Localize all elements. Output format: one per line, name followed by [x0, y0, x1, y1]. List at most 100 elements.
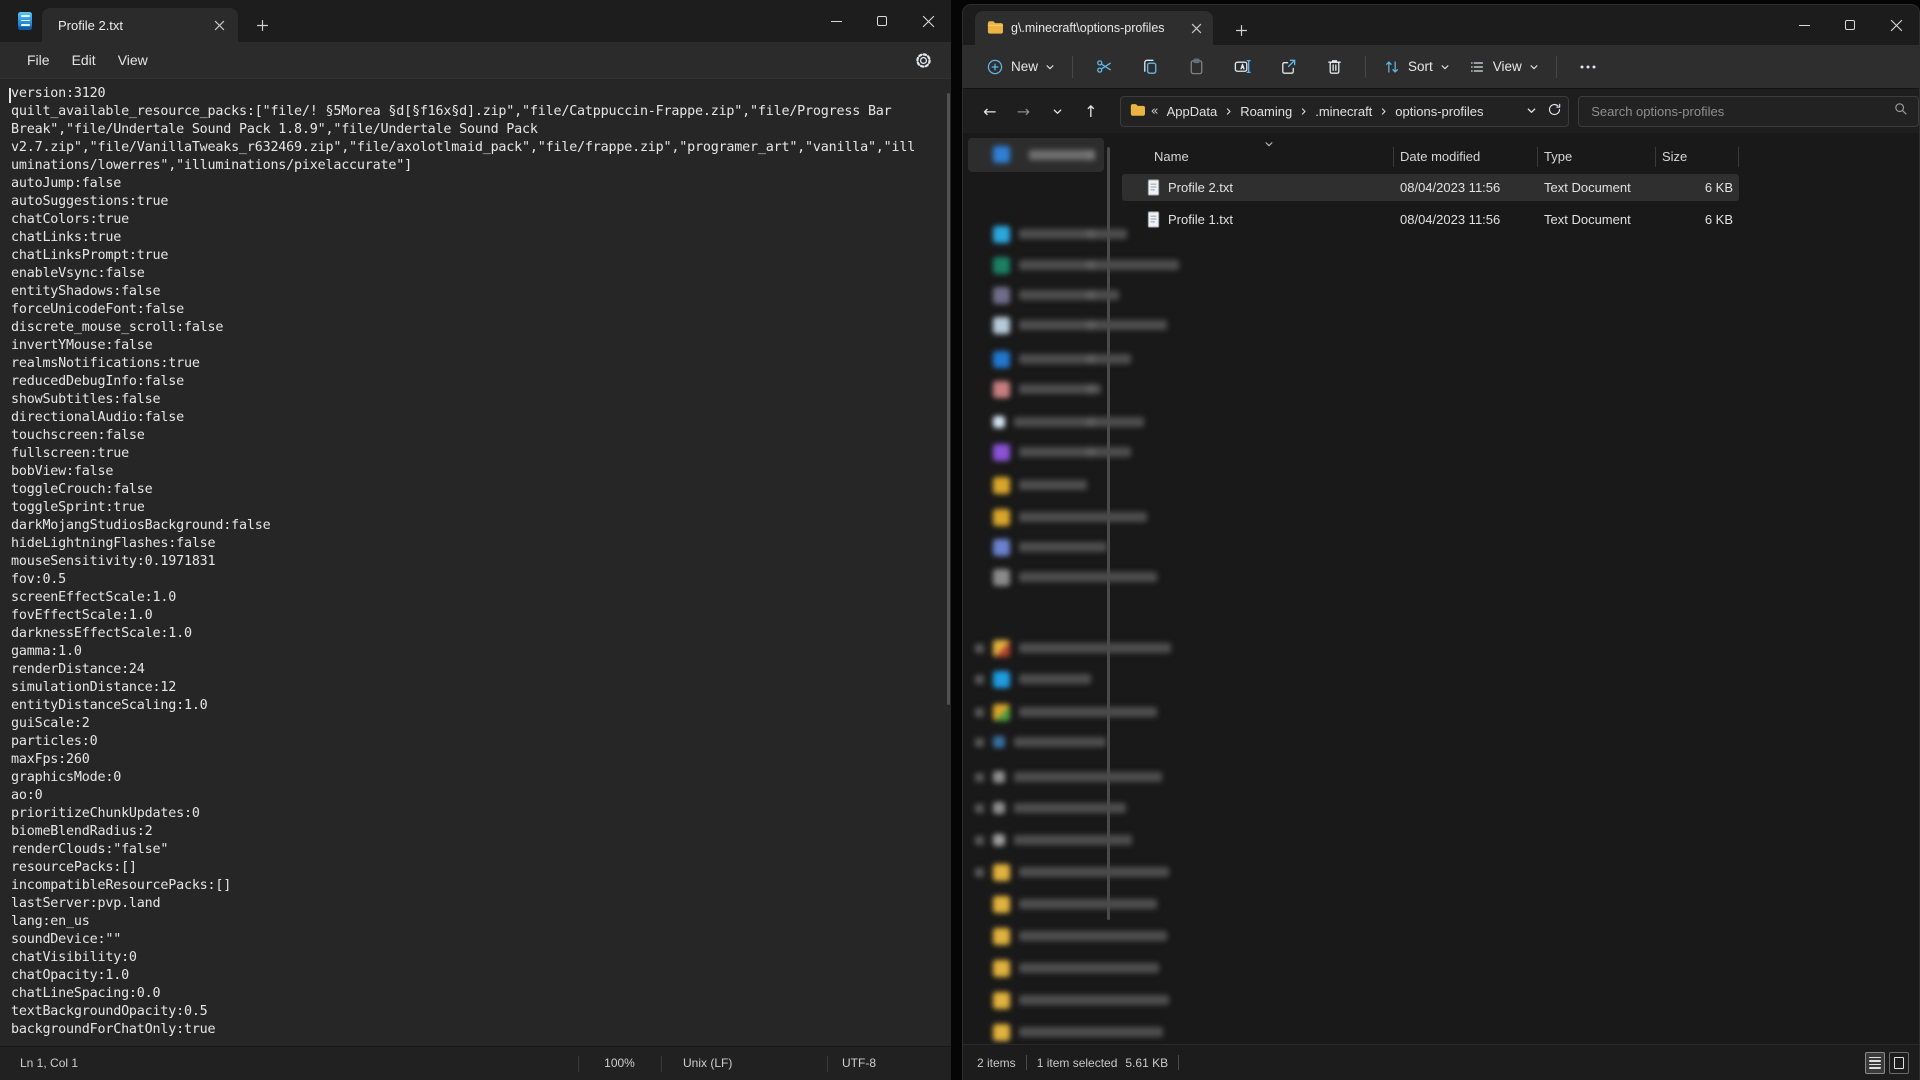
new-tab-button[interactable]	[1227, 16, 1255, 44]
copy-button[interactable]	[1127, 50, 1173, 84]
menu-file[interactable]: File	[16, 48, 61, 72]
sidebar-item-blurred[interactable]	[963, 376, 1101, 402]
sidebar-item-blurred[interactable]	[963, 729, 1106, 755]
sidebar-item-selected[interactable]	[968, 138, 1104, 172]
expand-chevron-icon[interactable]	[975, 773, 984, 782]
maximize-button[interactable]	[859, 0, 905, 42]
sidebar-item-icon	[993, 896, 1010, 913]
sidebar-item-icon	[993, 257, 1010, 274]
column-size[interactable]: Size	[1662, 149, 1687, 164]
expand-chevron-icon[interactable]	[975, 644, 984, 653]
settings-gear-icon[interactable]	[914, 51, 933, 70]
minimize-button[interactable]	[1781, 5, 1827, 45]
file-row[interactable]: Profile 1.txt08/04/2023 11:56Text Docume…	[1122, 206, 1739, 233]
sidebar-item-label-blur	[1014, 737, 1106, 747]
delete-button[interactable]	[1311, 50, 1357, 84]
column-divider[interactable]	[1537, 147, 1538, 167]
breadcrumb-roaming[interactable]: Roaming	[1234, 101, 1298, 122]
column-divider[interactable]	[1393, 147, 1394, 167]
back-button[interactable]: ←	[973, 95, 1007, 127]
chevron-right-icon[interactable]	[1224, 107, 1233, 116]
refresh-icon[interactable]	[1547, 102, 1562, 120]
notepad-titlebar: Profile 2.txt	[0, 0, 951, 42]
column-type[interactable]: Type	[1544, 149, 1572, 164]
new-button[interactable]: New	[977, 52, 1064, 82]
up-button[interactable]: ↑	[1074, 95, 1108, 127]
close-button[interactable]	[1873, 5, 1919, 45]
breadcrumb-minecraft[interactable]: .minecraft	[1309, 101, 1378, 122]
forward-button[interactable]: →	[1007, 95, 1041, 127]
expand-chevron-icon[interactable]	[975, 804, 984, 813]
close-button[interactable]	[905, 0, 951, 42]
sidebar-item-label-blur	[1019, 354, 1131, 364]
explorer-tab[interactable]: g\.minecraft\options-profiles	[975, 11, 1213, 45]
notepad-window-controls	[813, 0, 951, 42]
sidebar-item-icon	[993, 992, 1010, 1009]
expand-chevron-icon[interactable]	[975, 868, 984, 877]
minimize-button[interactable]	[813, 0, 859, 42]
more-options-button[interactable]	[1565, 50, 1611, 84]
chevron-icon[interactable]	[1087, 320, 1095, 330]
sidebar-item-blurred[interactable]	[963, 346, 1131, 372]
maximize-button[interactable]	[1827, 5, 1873, 45]
chevron-icon[interactable]	[1087, 229, 1095, 239]
sidebar-item-blurred[interactable]	[963, 221, 1127, 247]
column-divider[interactable]	[1655, 147, 1656, 167]
tab-close-icon[interactable]	[1185, 17, 1207, 39]
chevron-icon[interactable]	[1087, 447, 1095, 457]
details-view-button[interactable]	[1865, 1052, 1885, 1074]
explorer-titlebar: g\.minecraft\options-profiles	[963, 5, 1919, 45]
menu-edit[interactable]: Edit	[61, 48, 107, 72]
chevron-icon[interactable]	[1087, 354, 1095, 364]
sidebar-scrollbar[interactable]	[1107, 147, 1110, 920]
column-name[interactable]: Name	[1154, 149, 1189, 164]
tab-close-icon[interactable]	[208, 14, 230, 36]
chevron-right-icon[interactable]	[1379, 107, 1388, 116]
chevron-icon[interactable]	[1087, 290, 1095, 300]
zoom-level[interactable]: 100%	[578, 1056, 661, 1070]
sidebar-item-blurred[interactable]	[963, 282, 1119, 308]
chevron-icon[interactable]	[1087, 260, 1095, 270]
breadcrumb-appdata[interactable]: AppData	[1161, 101, 1224, 122]
notepad-tab[interactable]: Profile 2.txt	[42, 8, 238, 42]
view-button[interactable]: View	[1459, 52, 1548, 82]
editor-content: version:3120 quilt_available_resource_pa…	[0, 79, 951, 1039]
search-box[interactable]	[1578, 96, 1919, 127]
explorer-window-controls	[1781, 5, 1919, 45]
column-date-modified[interactable]: Date modified	[1400, 149, 1480, 164]
sidebar-item-blurred[interactable]	[963, 534, 1107, 560]
breadcrumb-overflow[interactable]: «	[1151, 104, 1159, 119]
line-ending[interactable]: Unix (LF)	[683, 1056, 732, 1070]
sort-direction-icon[interactable]	[1264, 137, 1274, 152]
menu-view[interactable]: View	[107, 48, 159, 72]
sidebar-item-blurred[interactable]	[963, 472, 1087, 498]
sidebar-item-icon	[993, 351, 1010, 368]
breadcrumb-options-profiles[interactable]: options-profiles	[1389, 101, 1489, 122]
address-dropdown-chevron[interactable]	[1526, 104, 1537, 119]
new-tab-button[interactable]	[248, 11, 276, 39]
chevron-icon[interactable]	[1087, 417, 1095, 427]
expand-chevron-icon[interactable]	[975, 836, 984, 845]
large-icons-view-button[interactable]	[1889, 1052, 1909, 1074]
sidebar-item-label-blur	[1019, 674, 1091, 684]
expand-chevron-icon[interactable]	[975, 708, 984, 717]
editor-vertical-scrollbar[interactable]	[947, 93, 950, 705]
file-row[interactable]: Profile 2.txt08/04/2023 11:56Text Docume…	[1122, 174, 1739, 201]
address-bar[interactable]: « AppData Roaming .minecraft options-pro…	[1120, 96, 1570, 127]
share-button[interactable]	[1265, 50, 1311, 84]
sort-button[interactable]: Sort	[1374, 52, 1459, 82]
chevron-icon[interactable]	[1087, 384, 1095, 394]
recent-locations-chevron[interactable]	[1040, 95, 1074, 127]
cut-button[interactable]	[1081, 50, 1127, 84]
encoding[interactable]: UTF-8	[842, 1056, 876, 1070]
search-input[interactable]	[1589, 103, 1893, 120]
sidebar-item-blurred[interactable]	[963, 439, 1131, 465]
notepad-editor[interactable]: version:3120 quilt_available_resource_pa…	[0, 78, 951, 1046]
rename-button[interactable]	[1219, 50, 1265, 84]
column-divider[interactable]	[1738, 147, 1739, 167]
expand-chevron-icon[interactable]	[975, 738, 984, 747]
sidebar-item-blurred[interactable]	[963, 666, 1091, 692]
chevron-right-icon[interactable]	[1299, 107, 1308, 116]
expand-chevron-icon[interactable]	[975, 675, 984, 684]
sidebar-item-blurred[interactable]	[963, 795, 1126, 821]
